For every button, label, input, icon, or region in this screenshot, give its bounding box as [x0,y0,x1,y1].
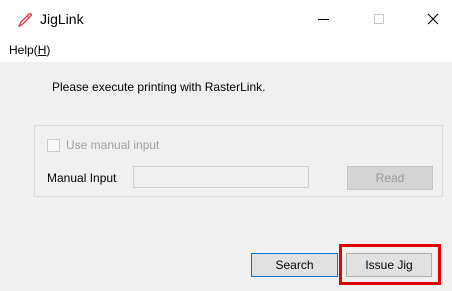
status-message: Please execute printing with RasterLink. [52,80,266,94]
window-title: JigLink [40,11,84,27]
menu-help-label: Help( [9,43,38,57]
menu-help-suffix: ) [46,43,51,57]
read-button[interactable]: Read [347,166,433,190]
manual-input-label: Manual Input [47,171,117,185]
maximize-icon [374,14,384,24]
close-button[interactable] [410,0,452,38]
maximize-button [356,0,402,38]
checkbox-box[interactable] [47,138,60,152]
search-button[interactable]: Search [251,253,338,277]
minimize-button[interactable] [300,0,346,38]
menu-bar: Help(H) [0,38,452,62]
manual-input-field[interactable] [133,166,309,188]
checkbox-label: Use manual input [66,138,160,152]
close-icon [427,13,439,25]
menu-help[interactable]: Help(H) [9,43,50,57]
highlight-box [339,244,441,285]
jiglink-pen-icon [17,13,33,27]
jiglink-window: JigLink Help(H) Please execute printing … [0,0,452,291]
minimize-icon [317,18,329,20]
title-bar[interactable]: JigLink [0,0,452,38]
use-manual-input-checkbox[interactable]: Use manual input [47,138,159,152]
